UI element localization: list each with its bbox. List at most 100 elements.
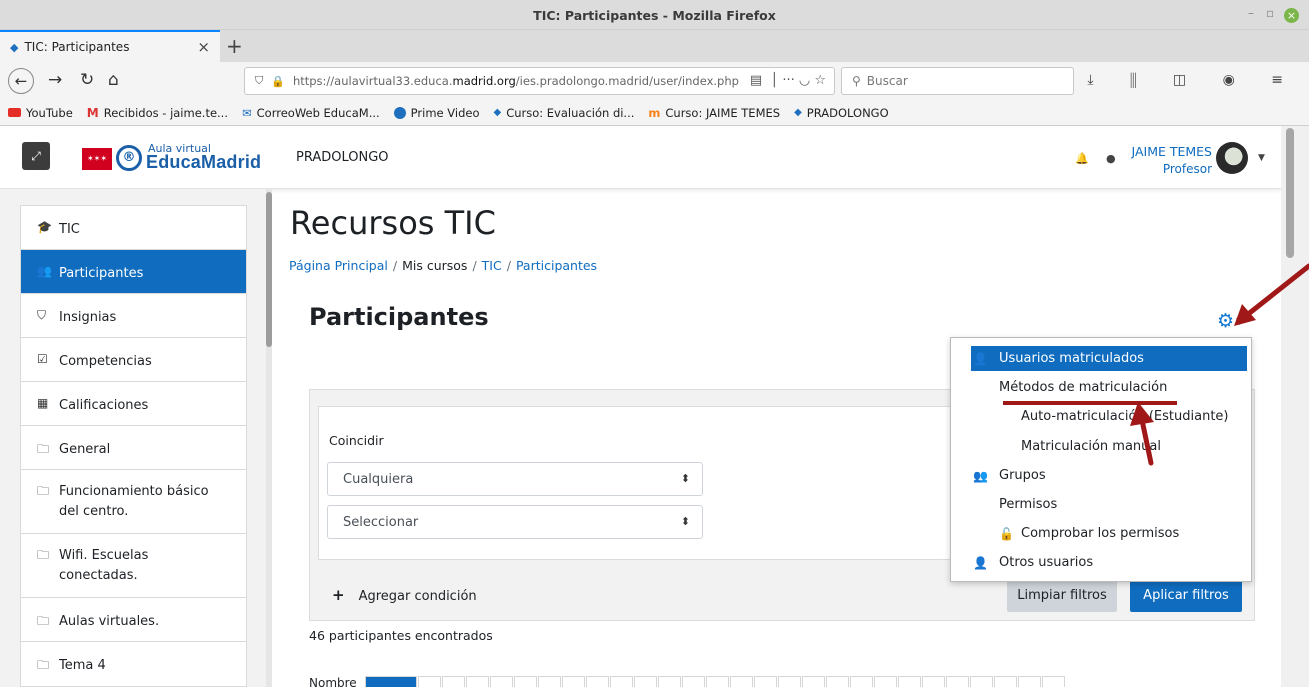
sidebar-item-label: Tema 4 [59, 658, 106, 673]
back-button[interactable]: ← [8, 68, 34, 94]
apply-filters-button[interactable]: Aplicar filtros [1130, 579, 1242, 612]
menu-item-permisos[interactable]: Permisos [951, 492, 1251, 517]
bookmark-gmail[interactable]: M Recibidos - jaime.te... [87, 106, 228, 120]
add-condition-button[interactable]: + Agregar condición [332, 586, 477, 604]
new-tab-button[interactable]: + [226, 34, 243, 58]
drawer-toggle-button[interactable]: ⤢ [22, 142, 50, 170]
menu-item-grupos[interactable]: 👥 Grupos [951, 463, 1251, 488]
initial-button[interactable] [465, 676, 489, 687]
menu-item-auto-matriculacion-estudiante[interactable]: Auto-matriculación (Estudiante) [951, 404, 1251, 429]
messages-icon[interactable]: ● [1106, 152, 1116, 165]
initial-button[interactable] [441, 676, 465, 687]
initial-button[interactable] [825, 676, 849, 687]
sidebar-item-funcionamiento-básico-del-centro[interactable]: 🗀 Funcionamiento básico del centro. [21, 470, 246, 534]
page-scrollbar-thumb[interactable] [1286, 128, 1294, 258]
home-button[interactable]: ⌂ [108, 70, 119, 90]
site-name[interactable]: PRADOLONGO [296, 150, 389, 165]
initial-button[interactable] [489, 676, 513, 687]
settings-gear-button[interactable]: ⚙ ▼ [1217, 310, 1243, 332]
initial-button[interactable] [705, 676, 729, 687]
bookmark-pradolongo[interactable]: ◆ PRADOLONGO [794, 106, 889, 120]
filter-type-select[interactable]: Seleccionar ⬍ [327, 505, 703, 539]
users-icon: 👥 [37, 264, 52, 278]
chevron-down-icon[interactable]: ▼ [1258, 153, 1265, 163]
menu-item-comprobar-los-permisos[interactable]: 🔓 Comprobar los permisos [951, 521, 1251, 546]
close-tab-button[interactable]: × [197, 38, 210, 56]
sidebar-item-tic[interactable]: 🎓 TIC [21, 206, 246, 250]
initial-button[interactable] [753, 676, 777, 687]
avatar[interactable] [1216, 142, 1248, 174]
logo-title[interactable]: EducaMadrid [146, 152, 261, 173]
bookmark-youtube[interactable]: YouTube [8, 106, 73, 120]
sidebar-item-insignias[interactable]: ⛉ Insignias [21, 294, 246, 338]
initial-button[interactable] [897, 676, 921, 687]
initial-button[interactable] [921, 676, 945, 687]
notifications-bell-icon[interactable]: 🔔 [1075, 152, 1089, 165]
menu-item-metodos-de-matriculacion[interactable]: Métodos de matriculación [951, 375, 1251, 400]
initial-button[interactable] [417, 676, 441, 687]
breadcrumb-course[interactable]: TIC [482, 258, 502, 273]
page-actions-icon[interactable]: ▤ │ ··· ◡ ☆ [745, 73, 826, 88]
sidebar-nav: 🎓 TIC 👥 Participantes ⛉ Insignias ☑ Competencia… [20, 205, 247, 687]
clear-filters-button[interactable]: Limpiar filtros [1007, 579, 1117, 612]
initial-button[interactable] [633, 676, 657, 687]
breadcrumb-home[interactable]: Página Principal [289, 258, 388, 273]
initial-button[interactable] [609, 676, 633, 687]
forward-button[interactable]: → [48, 70, 62, 90]
initial-button[interactable] [513, 676, 537, 687]
breadcrumb-current[interactable]: Participantes [516, 258, 597, 273]
user-role[interactable]: Profesor [1130, 162, 1212, 176]
initials-all-button[interactable] [364, 676, 417, 687]
initial-button[interactable] [993, 676, 1017, 687]
menu-item-otros-usuarios[interactable]: 👤 Otros usuarios [951, 550, 1251, 575]
toolbar-icons[interactable]: ⤓ ⫼ ◫ ◉ ≡ [1087, 72, 1299, 88]
bookmark-correoweb[interactable]: ✉ CorreoWeb EducaM... [242, 106, 380, 120]
sidebar-item-label: Competencias [59, 354, 152, 369]
initial-button[interactable] [681, 676, 705, 687]
sidebar-item-participantes[interactable]: 👥 Participantes [21, 250, 246, 294]
sidebar-item-general[interactable]: 🗀 General [21, 426, 246, 470]
match-select[interactable]: Cualquiera ⬍ [327, 462, 703, 496]
initial-button[interactable] [657, 676, 681, 687]
sidebar-item-tema-4[interactable]: 🗀 Tema 4 [21, 642, 246, 686]
tab-title: TIC: Participantes [24, 40, 130, 54]
search-input[interactable]: ⚲ Buscar [841, 67, 1074, 95]
sidebar-item-aulas-virtuales[interactable]: 🗀 Aulas virtuales. [21, 598, 246, 642]
initial-button[interactable] [945, 676, 969, 687]
initial-button[interactable] [585, 676, 609, 687]
maximize-button[interactable]: ▫ [1266, 6, 1274, 20]
initial-button[interactable] [537, 676, 561, 687]
initial-button[interactable] [1041, 676, 1065, 687]
menu-item-usuarios-matriculados[interactable]: 👤 Usuarios matriculados [971, 346, 1247, 371]
shield-icon: ⛉ [255, 74, 264, 87]
initial-button[interactable] [849, 676, 873, 687]
drawer-scrollbar-thumb[interactable] [266, 192, 272, 347]
initial-button[interactable] [729, 676, 753, 687]
url-bar[interactable]: ⛉ 🔒 https://aulavirtual33.educa. madrid.o… [244, 67, 835, 95]
browser-tab[interactable]: ◆ TIC: Participantes × [0, 30, 220, 62]
user-name[interactable]: JAIME TEMES [1130, 144, 1212, 159]
folder-icon: 🗀 [37, 484, 50, 498]
shield-icon: ⛉ [37, 308, 47, 322]
sidebar-item-competencias[interactable]: ☑ Competencias [21, 338, 246, 382]
initial-button[interactable] [777, 676, 801, 687]
minimize-button[interactable]: – [1248, 6, 1254, 20]
reload-button[interactable]: ↻ [80, 70, 94, 90]
sidebar-item-wifi-escuelas-conectadas[interactable]: 🗀 Wifi. Escuelas conectadas. [21, 534, 246, 598]
initial-button[interactable] [873, 676, 897, 687]
search-placeholder: Buscar [866, 74, 908, 88]
initial-button[interactable] [561, 676, 585, 687]
bookmark-curso-jaime[interactable]: m Curso: JAIME TEMES [648, 106, 780, 120]
moodle-icon: m [648, 105, 661, 120]
initial-button[interactable] [969, 676, 993, 687]
sidebar-item-label: General [59, 442, 111, 457]
bookmark-curso-evaluacion[interactable]: ◆ Curso: Evaluación di... [493, 106, 634, 120]
initial-button[interactable] [801, 676, 825, 687]
graduation-cap-icon: ◆ [794, 107, 802, 118]
menu-item-matriculacion-manual[interactable]: Matriculación manual [951, 434, 1251, 459]
url-prefix: https://aulavirtual33.educa. [292, 74, 453, 88]
sidebar-item-calificaciones[interactable]: ▦ Calificaciones [21, 382, 246, 426]
close-window-button[interactable]: × [1284, 8, 1299, 23]
bookmark-prime-video[interactable]: Prime Video [393, 106, 479, 120]
initial-button[interactable] [1017, 676, 1041, 687]
